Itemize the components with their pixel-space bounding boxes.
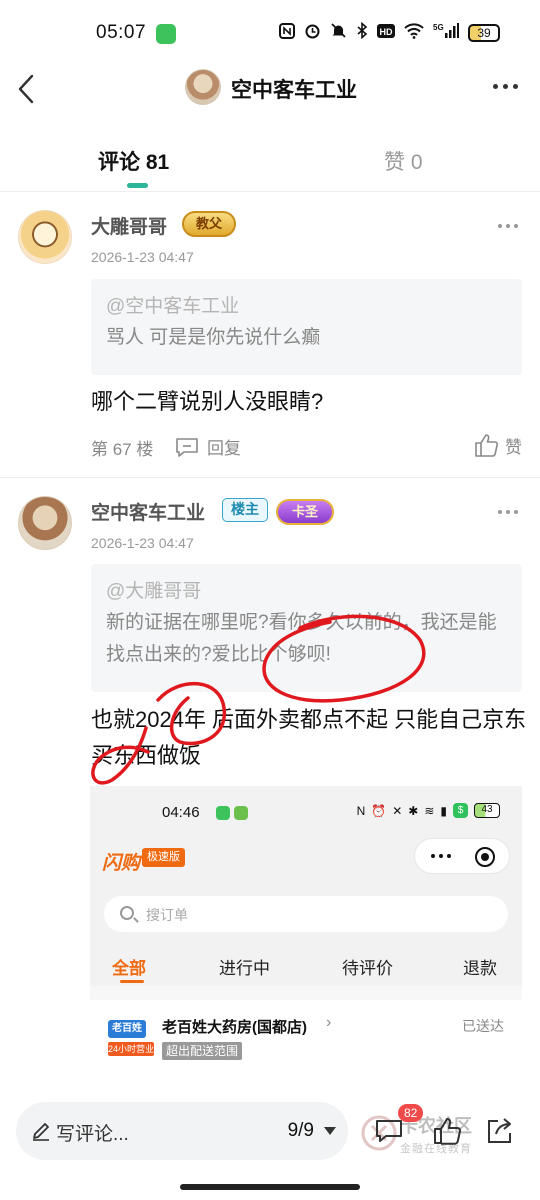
thumbs-up-icon[interactable] <box>432 1116 462 1146</box>
search-icon <box>120 906 134 920</box>
avatar[interactable] <box>18 210 72 264</box>
back-arrow-icon[interactable] <box>14 72 44 106</box>
embedded-tab: 全部 <box>112 959 146 978</box>
comment-username[interactable]: 大雕哥哥 <box>91 212 167 239</box>
comment-text: 也就2024年 后面外卖都点不起 只能自己京东买东西做饭 <box>91 707 527 768</box>
comment-username[interactable]: 空中客车工业 <box>91 498 205 525</box>
hd-icon: HD <box>377 23 395 43</box>
bottom-bar: 写评论... 9/9 卡农社区 金融在线教育 82 <box>0 1088 540 1200</box>
comment-more-icon[interactable] <box>498 510 518 514</box>
comment-text: 哪个二臂说别人没眼睛? <box>91 389 324 414</box>
embedded-order-card: 老百姓 24小时营业 老百姓大药房(国都店) › 超出配送范围 已送达 <box>90 1000 522 1086</box>
svg-text:HD: HD <box>380 27 393 37</box>
home-indicator[interactable] <box>180 1184 360 1190</box>
tab-comments[interactable]: 评论 81 <box>98 146 169 176</box>
status-bar: 05:07 HD 5G 39 <box>0 0 540 66</box>
mute-icon: ✕ <box>392 803 403 818</box>
reply-button[interactable]: 回复 <box>175 434 241 459</box>
comment-input[interactable]: 写评论... 9/9 <box>16 1102 348 1160</box>
embedded-status-bar: 04:46 N ⏰ ✕ ✱ ≋ ▮ $ 43 <box>90 786 522 836</box>
user-level-badge: 教父 <box>182 211 237 237</box>
embedded-search: 搜订单 <box>104 896 508 932</box>
embedded-app-header: 闪购 极速版 搜订单 全部 进行中 待评价 退款 <box>90 836 522 986</box>
embedded-time: 04:46 <box>162 804 200 821</box>
like-button[interactable]: 赞 <box>473 432 522 458</box>
mute-icon <box>330 22 347 43</box>
comment-timestamp: 2026-1-23 04:47 <box>91 249 194 265</box>
comment-more-icon[interactable] <box>498 224 518 228</box>
bluetooth-icon <box>356 21 368 43</box>
avatar[interactable] <box>18 496 72 550</box>
alarm-icon <box>304 22 321 43</box>
chevron-right-icon: › <box>326 1014 332 1031</box>
caret-down-icon[interactable] <box>324 1127 336 1135</box>
nfc-icon <box>279 22 295 43</box>
signal-icon: 5G <box>433 22 459 43</box>
tab-bar: 评论 81 赞 0 <box>0 140 540 192</box>
nav-header: 空中客车工业 <box>0 66 540 114</box>
embedded-tab: 退款 <box>463 959 497 978</box>
embedded-tab-indicator <box>120 980 144 983</box>
comment-image[interactable]: 04:46 N ⏰ ✕ ✱ ≋ ▮ $ 43 闪购 极速版 搜订单 全部 进行中… <box>90 786 522 1086</box>
comments-icon[interactable] <box>374 1118 404 1144</box>
more-options-icon[interactable] <box>493 84 518 89</box>
page-indicator[interactable]: 9/9 <box>288 1120 314 1142</box>
flash-logo: 闪购 <box>102 853 141 874</box>
user-level-badge: 卡圣 <box>276 499 335 525</box>
app-notification-icon <box>216 806 230 820</box>
quoted-comment[interactable]: @大雕哥哥 新的证据在哪里呢?看你多久以前的，我还是能找点出来的?爱比比个够呗! <box>91 564 522 692</box>
embedded-tab: 待评价 <box>342 959 393 978</box>
tab-active-indicator <box>127 183 148 188</box>
battery-icon: 39 <box>468 23 500 42</box>
alarm-icon: ⏰ <box>371 803 387 818</box>
wifi-icon <box>404 22 424 43</box>
signal-icon: ▮ <box>440 803 447 818</box>
comment-item: 大雕哥哥 教父 2026-1-23 04:47 @空中客车工业 骂人 可是是你先… <box>0 192 540 478</box>
reply-icon <box>176 437 198 457</box>
status-icons: HD 5G 39 <box>279 21 500 43</box>
target-icon <box>475 847 495 867</box>
battery-icon: 43 <box>474 803 500 818</box>
pen-icon <box>33 1123 49 1141</box>
page-title: 空中客车工业 <box>231 79 357 102</box>
store-name: 老百姓大药房(国都店) <box>162 1019 307 1036</box>
thread-owner-badge: 楼主 <box>222 498 268 522</box>
svg-text:5G: 5G <box>433 23 444 32</box>
nfc-icon: N <box>356 803 366 818</box>
floor-number: 第 67 楼 <box>91 440 154 459</box>
bluetooth-icon: ✱ <box>408 803 419 818</box>
quote-user: @空中客车工业 <box>106 296 240 317</box>
comment-count-badge: 82 <box>398 1104 424 1122</box>
store-tag: 超出配送范围 <box>162 1042 243 1060</box>
like-label: 赞 <box>505 437 522 457</box>
comment-timestamp: 2026-1-23 04:47 <box>91 535 194 551</box>
embedded-search-placeholder: 搜订单 <box>146 907 188 923</box>
app-notification-icon <box>156 24 176 44</box>
share-icon[interactable] <box>484 1116 514 1146</box>
quoted-comment[interactable]: @空中客车工业 骂人 可是是你先说什么癫 <box>91 279 522 375</box>
dollar-icon: $ <box>453 803 468 818</box>
header-avatar[interactable] <box>185 69 221 105</box>
quote-user: @大雕哥哥 <box>106 581 202 602</box>
embedded-tab: 进行中 <box>219 959 270 978</box>
store-logo: 老百姓 24小时营业 <box>108 1020 154 1058</box>
reply-label: 回复 <box>207 439 241 458</box>
mini-program-capsule <box>414 838 510 874</box>
quote-text: 骂人 可是是你先说什么癫 <box>106 327 321 348</box>
tab-likes[interactable]: 赞 0 <box>384 146 423 176</box>
embedded-status-icons: N ⏰ ✕ ✱ ≋ ▮ $ 43 <box>357 803 500 818</box>
order-status: 已送达 <box>462 1018 504 1034</box>
status-time: 05:07 <box>96 22 147 43</box>
app-notification-icon <box>234 806 248 820</box>
wifi-icon: ≋ <box>424 803 435 818</box>
thumbs-up-icon <box>475 434 499 457</box>
quote-text: 新的证据在哪里呢?看你多久以前的，我还是能找点出来的?爱比比个够呗! <box>106 612 497 665</box>
comment-input-placeholder: 写评论... <box>56 1124 129 1145</box>
flash-tag: 极速版 <box>142 848 185 867</box>
